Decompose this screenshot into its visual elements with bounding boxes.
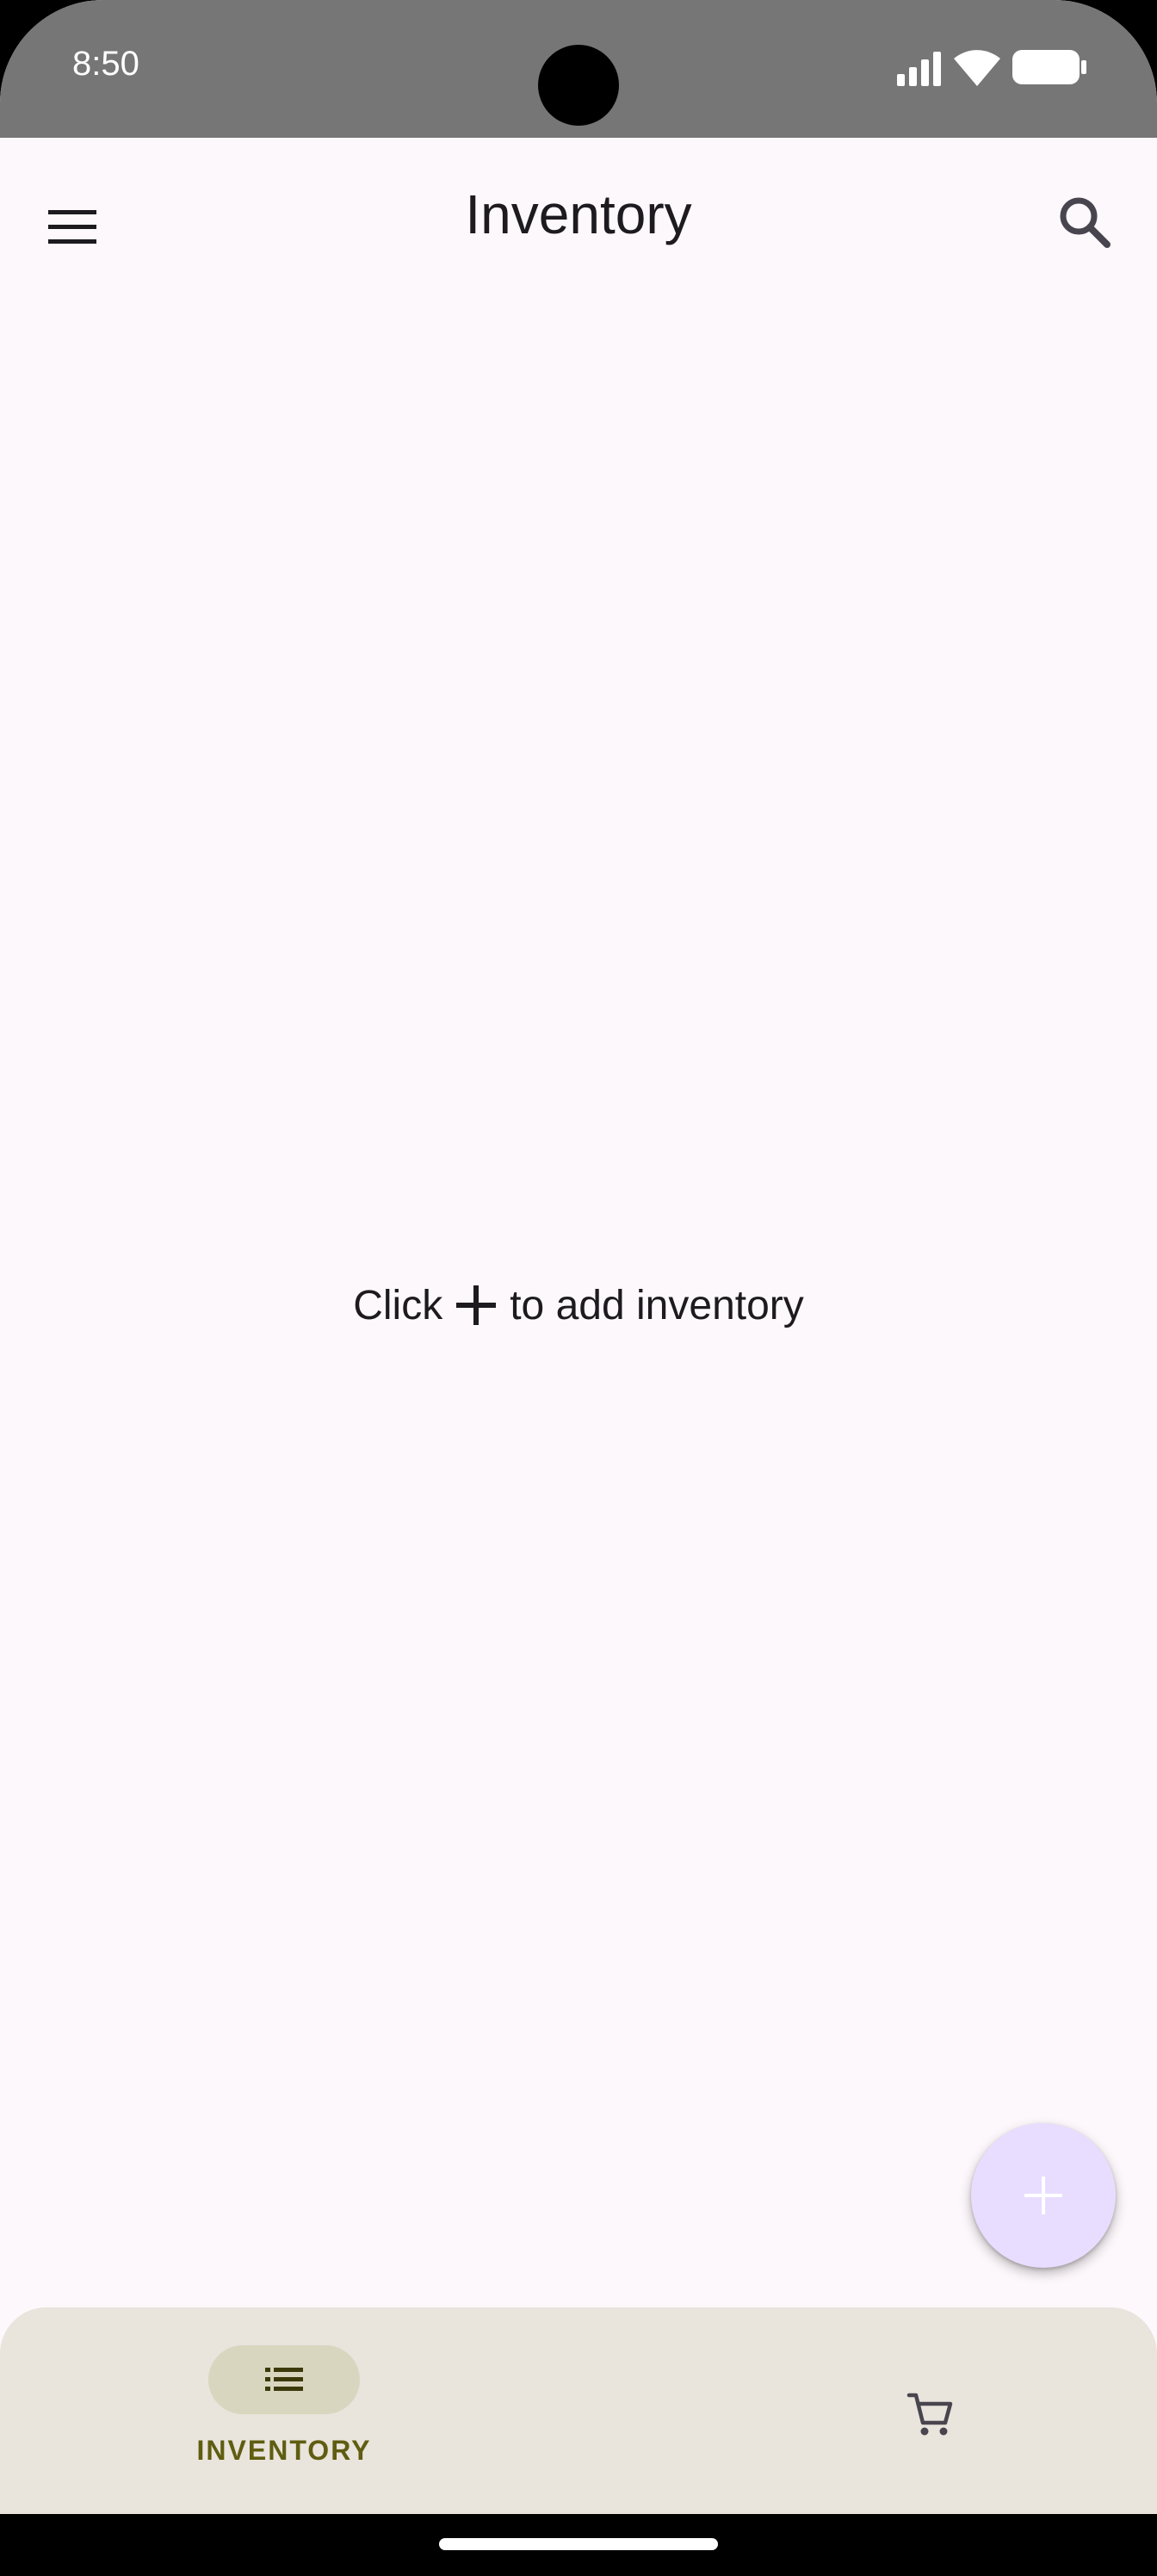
- empty-state-prefix: Click: [353, 1282, 443, 1328]
- nav-item-cart[interactable]: [823, 2345, 1030, 2474]
- wifi-icon: [954, 50, 1000, 86]
- status-bar: 8:50: [0, 0, 1157, 138]
- nav-item-inventory[interactable]: INVENTORY: [174, 2345, 394, 2474]
- plus-icon: [456, 1285, 497, 1325]
- camera-cutout: [538, 45, 619, 126]
- device-screen: 8:50 Inventory Click to add inventory IN…: [0, 0, 1157, 2576]
- cart-icon: [906, 2393, 953, 2436]
- status-icons: [897, 48, 1086, 86]
- add-inventory-fab[interactable]: [971, 2123, 1116, 2268]
- nav-item-inventory-label: INVENTORY: [196, 2435, 372, 2466]
- status-time: 8:50: [72, 45, 139, 83]
- home-indicator[interactable]: [439, 2538, 718, 2550]
- battery-icon: [1012, 50, 1086, 84]
- signal-icon: [897, 52, 941, 86]
- nav-active-indicator: [208, 2345, 360, 2414]
- bottom-navigation-bar: INVENTORY: [0, 2307, 1157, 2514]
- list-icon: [265, 2368, 303, 2391]
- plus-icon: [1024, 2177, 1062, 2214]
- top-app-bar: Inventory: [0, 138, 1157, 301]
- search-icon[interactable]: [1054, 191, 1116, 253]
- empty-state-suffix: to add inventory: [510, 1282, 804, 1328]
- empty-state-message: Click to add inventory: [0, 1278, 1157, 1333]
- app-window: 8:50 Inventory Click to add inventory IN…: [0, 0, 1157, 2514]
- page-title: Inventory: [465, 183, 692, 245]
